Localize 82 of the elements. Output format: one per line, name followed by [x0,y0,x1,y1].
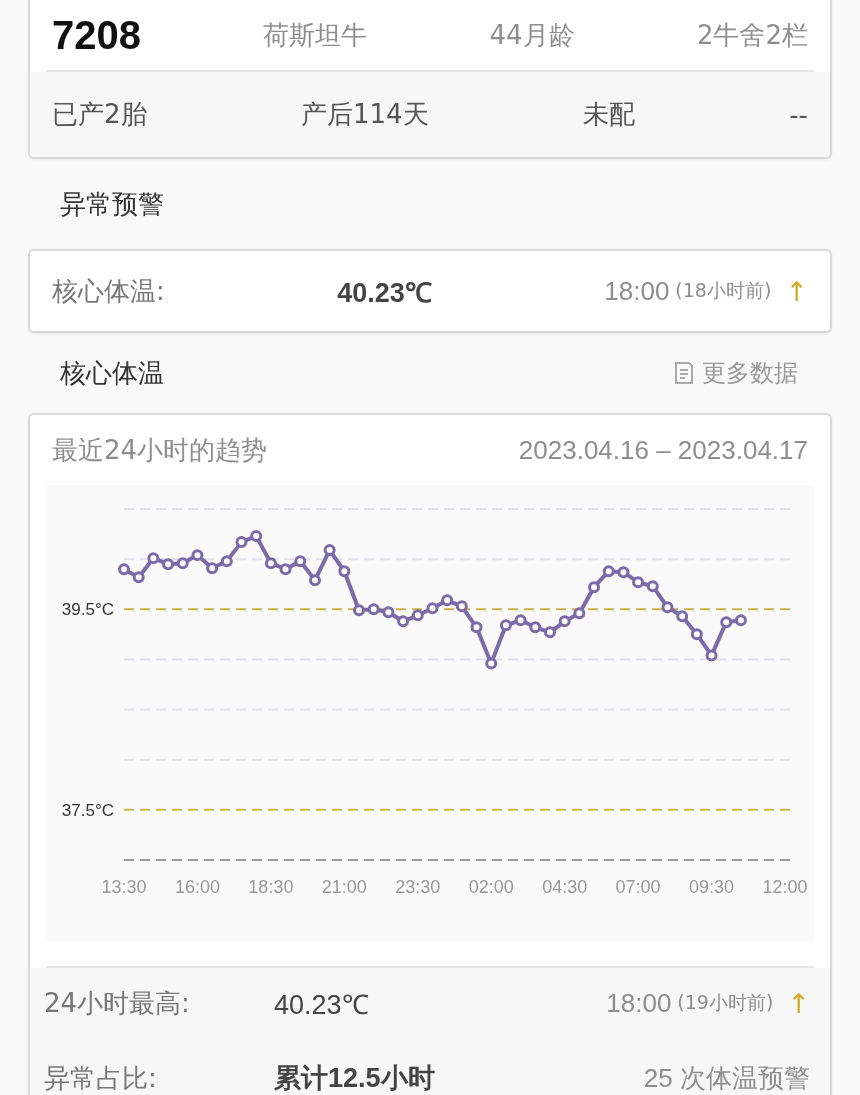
axis-label: 18:30 [248,877,294,897]
point [617,566,630,579]
trend-arrow: ↑ [785,275,808,307]
point [529,621,542,634]
point [470,621,483,634]
axis-label: 39.5°C [61,600,114,620]
axis-label: 02:00 [468,877,514,897]
point [632,576,645,589]
point [162,558,175,571]
cow-parity: 已产2胎 [52,98,147,131]
point [573,607,586,620]
point [353,604,366,617]
axis-label: 04:30 [542,877,588,897]
axis-label: 37.5°C [61,800,114,820]
axis-label: 16:00 [174,877,220,897]
point [323,544,336,557]
section-title: 异常预警 [60,187,164,221]
point [426,602,439,615]
cow-age: 44月龄 [489,18,575,52]
point [206,562,219,575]
point [382,606,395,619]
point [118,563,130,576]
axis-label: 21:00 [321,877,367,897]
trend-arrow: ↑ [787,987,810,1019]
point [455,600,468,613]
days-postpartum: 产后114天 [300,98,429,131]
point [279,563,292,576]
time-ago: (19小时前) [677,990,774,1015]
point [558,615,571,628]
point [338,565,351,578]
point [690,628,703,641]
temperature-value: 40.23℃ [337,276,432,310]
breeding-status: 未配 [582,98,635,131]
axis-label: 09:30 [689,877,735,897]
point [147,552,160,565]
field-label: 24小时最高: [44,986,191,1020]
date-range: 2023.04.16 – 2023.04.17 [518,434,808,466]
cow-breed: 荷斯坦牛 [263,18,368,52]
cow-value: -- [789,99,808,130]
alert-time: 18:00 [604,275,670,307]
point [191,549,204,562]
point [485,657,498,670]
point [367,603,380,616]
point [602,565,615,578]
peak-time: 18:00 [606,987,672,1019]
axis-label: 13:30 [101,877,147,897]
stat-value: 累计12.5小时 [274,1062,436,1095]
point [176,557,189,570]
point [705,649,718,662]
point [499,619,512,632]
card-title: 最近24小时的趋势 [52,433,268,467]
more-data-link[interactable]: 更多数据 [674,357,798,389]
field-label: 异常占比: [44,1061,158,1095]
point [676,610,689,623]
point [734,614,747,627]
cow-id: 7208 [52,12,141,58]
point [441,594,454,607]
point [264,557,277,570]
point [397,615,410,628]
section-title: 核心体温 [60,356,164,390]
axis-label: 12:00 [762,877,808,897]
point [250,530,263,543]
document-icon [674,361,694,385]
point [720,616,733,629]
point [235,536,248,549]
point [220,555,233,568]
point [646,580,659,593]
field-label: 核心体温: [52,274,165,308]
point [294,555,307,568]
axis-label: 07:00 [615,877,661,897]
alert-count: 25 次体温预警 [643,1061,810,1095]
stat-value: 40.23℃ [274,988,370,1022]
time-ago: (18小时前) [675,278,772,303]
point [132,571,145,584]
point [543,626,556,639]
point [411,609,424,622]
point [661,601,674,614]
cow-pen: 2牛舍2栏 [696,18,808,52]
point [588,581,601,594]
point [308,574,321,587]
point [514,614,527,627]
axis-label: 23:30 [395,877,441,897]
